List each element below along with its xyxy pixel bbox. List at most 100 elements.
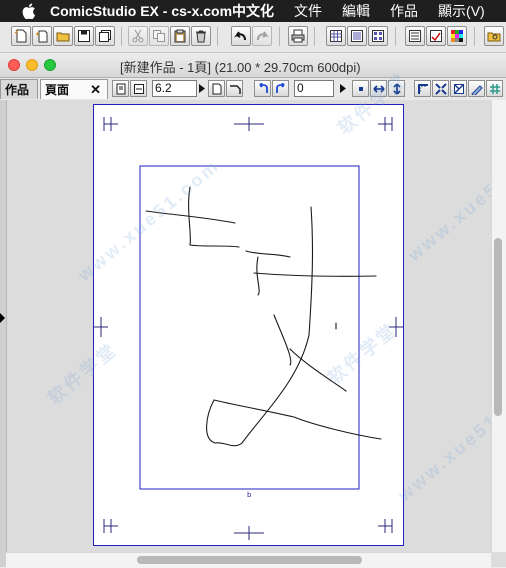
toolbar-separator [279, 27, 280, 46]
rotate-left-icon [258, 82, 268, 93]
navigator-icon [430, 30, 442, 42]
tab-page-label: 頁面 [45, 83, 70, 97]
help-folder-icon [487, 32, 501, 42]
layer-properties-button[interactable] [326, 26, 346, 46]
horizontal-scroll-thumb[interactable] [137, 556, 362, 564]
menu-work[interactable]: 作品 [390, 1, 418, 21]
pen-ruler-button[interactable] [468, 80, 485, 97]
page-view-button[interactable] [208, 80, 225, 97]
minimize-window-button[interactable] [26, 59, 38, 71]
tab-work-label: 作品 [5, 83, 30, 97]
toolbar-separator [395, 27, 396, 46]
page-layout-button[interactable] [347, 26, 367, 46]
story-grid-icon [372, 30, 384, 42]
tab-close-icon[interactable]: ✕ [90, 82, 101, 98]
color-palette-icon [451, 30, 463, 42]
zoom-window-button[interactable] [44, 59, 56, 71]
layer-grid-icon [330, 30, 342, 42]
side-panel-handle[interactable] [0, 100, 7, 567]
menu-file[interactable]: 文件 [294, 1, 322, 21]
flip-horizontal-icon [372, 84, 385, 93]
flip-vertical-icon [392, 82, 401, 95]
undo-icon [234, 31, 246, 41]
page-layout-icon [351, 30, 363, 42]
document-title-bar: [新建作品 - 1頁] (21.00 * 29.70cm 600dpi) [0, 53, 506, 78]
minus-box-icon [133, 83, 144, 94]
reset-view-button[interactable] [352, 80, 369, 97]
save-as-button[interactable] [95, 26, 115, 46]
menu-view[interactable]: 顯示(V) [438, 1, 485, 21]
page-view-icon [212, 83, 221, 94]
save-as-icon [99, 30, 111, 42]
apple-icon[interactable] [22, 3, 36, 19]
page-settings-button[interactable] [112, 80, 129, 97]
perspective-ruler-button[interactable] [450, 80, 467, 97]
folder-icon [56, 32, 70, 42]
delete-button[interactable] [191, 26, 211, 46]
printer-icon [291, 29, 305, 43]
copy-icon [153, 30, 165, 42]
page-turn-icon [229, 84, 241, 94]
rotation-dropdown-arrow[interactable] [339, 80, 347, 97]
save-button[interactable] [74, 26, 94, 46]
redo-button[interactable] [252, 26, 272, 46]
main-toolbar [0, 22, 506, 53]
open-folder-button[interactable] [53, 26, 73, 46]
navigator-panel-button[interactable] [426, 26, 446, 46]
ruler-corner-icon [417, 83, 428, 94]
anchor-marker-bottom: b [247, 491, 252, 499]
rotation-input[interactable]: 0 [294, 80, 334, 97]
undo-button[interactable] [231, 26, 251, 46]
close-window-button[interactable] [8, 59, 20, 71]
tab-page[interactable]: 頁面 ✕ [40, 79, 108, 99]
new-document-icon [14, 29, 27, 43]
trash-icon [196, 30, 206, 43]
tab-bar: 作品 頁面 ✕ 6.2 0 [0, 78, 506, 101]
grid-toggle-button[interactable] [486, 80, 503, 97]
menu-bar: ComicStudio EX - cs-x.com中文化 文件 編輯 作品 顯示… [0, 0, 506, 22]
new-document-button[interactable] [11, 26, 31, 46]
print-button[interactable] [288, 26, 308, 46]
zoom-input[interactable]: 6.2 [152, 80, 197, 97]
dot-icon [358, 86, 363, 91]
side-panel-arrow-icon[interactable] [0, 313, 5, 323]
new-page-icon [36, 30, 48, 43]
toolbar-separator [474, 27, 475, 46]
new-page-button[interactable] [32, 26, 52, 46]
properties-icon [409, 30, 421, 42]
rotate-left-button[interactable] [254, 80, 271, 97]
copy-button[interactable] [149, 26, 169, 46]
help-button[interactable] [484, 26, 504, 46]
scissors-icon [132, 29, 144, 43]
toolbar-separator [314, 27, 315, 46]
pen-ruler-icon [470, 84, 483, 95]
toolbar-separator [217, 27, 218, 46]
zoom-dropdown-arrow[interactable] [198, 80, 206, 97]
manga-page[interactable]: b [93, 104, 404, 546]
flip-vertical-button[interactable] [388, 80, 405, 97]
tab-work[interactable]: 作品 [0, 79, 38, 99]
rotate-right-button[interactable] [272, 80, 289, 97]
app-name[interactable]: ComicStudio EX - cs-x.com中文化 [50, 1, 274, 21]
color-palette-button[interactable] [447, 26, 467, 46]
paste-button[interactable] [170, 26, 190, 46]
minus-button[interactable] [130, 80, 147, 97]
ruler-button[interactable] [414, 80, 431, 97]
clipboard-icon [174, 29, 186, 43]
toolbar-separator [121, 27, 122, 46]
properties-panel-button[interactable] [405, 26, 425, 46]
page-settings-icon [116, 83, 125, 94]
save-icon [78, 30, 90, 42]
perspective-ruler-icon [453, 83, 464, 94]
story-view-button[interactable] [368, 26, 388, 46]
sketch-drawing [145, 186, 382, 447]
fit-window-icon [434, 82, 447, 95]
fit-window-button[interactable] [432, 80, 449, 97]
page-turn-button[interactable] [226, 80, 243, 97]
document-title: [新建作品 - 1頁] (21.00 * 29.70cm 600dpi) [120, 60, 361, 75]
cut-button[interactable] [128, 26, 148, 46]
flip-horizontal-button[interactable] [370, 80, 387, 97]
vertical-scroll-thumb[interactable] [494, 238, 502, 416]
redo-icon [257, 31, 269, 41]
menu-edit[interactable]: 編輯 [342, 1, 370, 21]
